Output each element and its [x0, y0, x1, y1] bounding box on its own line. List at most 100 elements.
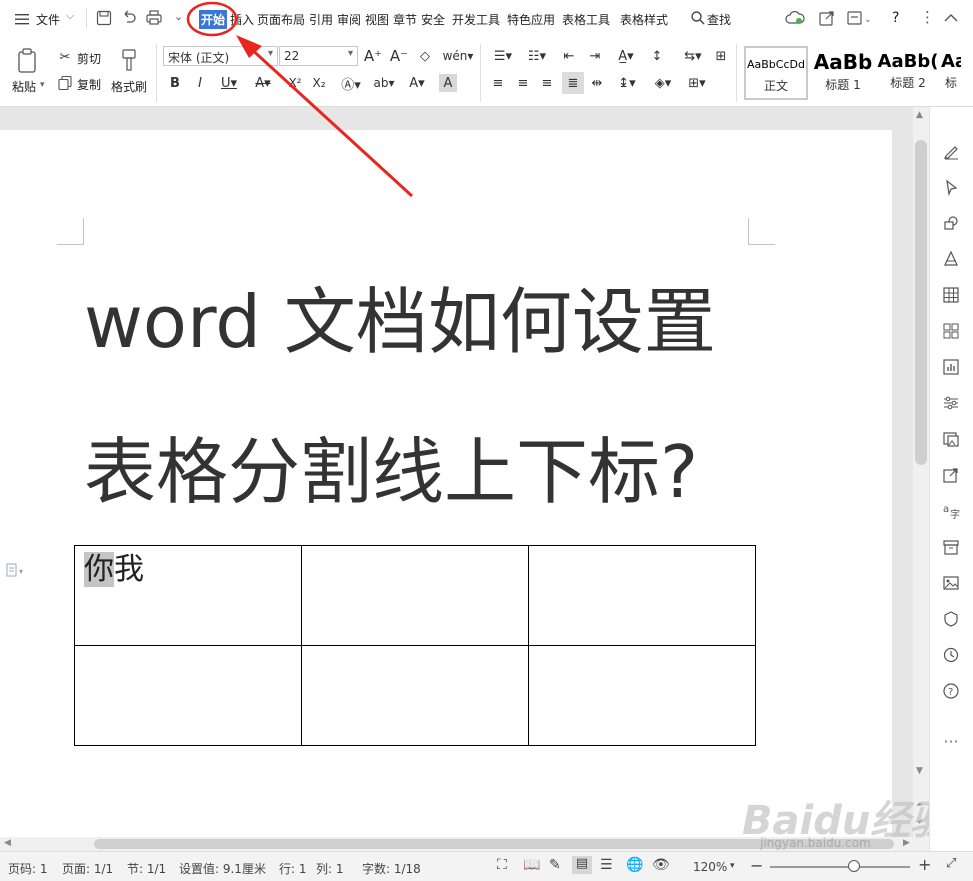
scroll-up-icon[interactable]: ▲: [916, 110, 923, 120]
tab-page-layout[interactable]: 页面布局: [257, 11, 305, 28]
sliders-icon[interactable]: [940, 392, 962, 414]
status-row[interactable]: 行: 1: [279, 860, 307, 877]
justify-icon[interactable]: ≣: [562, 72, 584, 94]
cut-label[interactable]: 剪切: [77, 50, 101, 67]
distributed-align-icon[interactable]: ⇹: [588, 74, 606, 92]
chart-icon[interactable]: [940, 356, 962, 378]
bold-icon[interactable]: B: [166, 74, 184, 92]
customize-toolbar-icon[interactable]: ⌄: [174, 10, 183, 23]
chevron-down-icon[interactable]: ⌵: [66, 9, 74, 23]
status-section[interactable]: 节: 1/1: [127, 860, 166, 877]
table-cell[interactable]: [301, 645, 529, 746]
undo-icon[interactable]: [120, 9, 138, 27]
text-effect-icon[interactable]: Ⓐ▾: [338, 74, 364, 93]
shrink-font-icon[interactable]: A⁻: [390, 47, 408, 65]
align-center-icon[interactable]: ≡: [514, 74, 532, 92]
copy-label[interactable]: 复制: [77, 76, 101, 93]
clear-format-icon[interactable]: ◇: [416, 47, 434, 65]
paste-label[interactable]: 粘贴: [12, 78, 36, 95]
tab-chapter[interactable]: 章节: [393, 11, 417, 28]
archive-icon[interactable]: [940, 536, 962, 558]
zoom-slider-thumb[interactable]: [848, 860, 860, 872]
style-set-icon[interactable]: [940, 248, 962, 270]
font-color-icon[interactable]: A▾: [404, 74, 430, 92]
zoom-in-icon[interactable]: +: [918, 855, 931, 874]
history-icon[interactable]: [940, 644, 962, 666]
cell-text-rest[interactable]: 我: [114, 552, 144, 587]
borders-icon[interactable]: ⊞▾: [684, 74, 710, 92]
page-view-icon[interactable]: ▤: [572, 856, 592, 874]
scroll-left-icon[interactable]: ◀: [4, 838, 11, 848]
status-page-number[interactable]: 页码: 1: [8, 860, 48, 877]
document-table[interactable]: 你我: [74, 545, 756, 746]
fit-window-icon[interactable]: ⤢: [946, 856, 956, 871]
zoom-slider-track[interactable]: [770, 866, 910, 868]
more-icon[interactable]: ⋮: [920, 8, 935, 26]
zoom-level[interactable]: 120%: [693, 860, 727, 874]
sort-icon[interactable]: ↕: [648, 47, 666, 65]
table-grid-icon[interactable]: [940, 284, 962, 306]
table-cell[interactable]: [74, 645, 302, 746]
table-icon[interactable]: ⊞: [712, 47, 730, 65]
status-pages[interactable]: 页面: 1/1: [62, 860, 113, 877]
numbered-list-icon[interactable]: ☷▾: [523, 47, 551, 65]
format-painter-label[interactable]: 格式刷: [111, 78, 147, 95]
paste-icon[interactable]: [16, 48, 40, 74]
vertical-scroll-thumb[interactable]: [915, 140, 927, 465]
paste-dropdown-icon[interactable]: ▾: [40, 80, 45, 90]
picture-icon[interactable]: [940, 572, 962, 594]
increase-indent-icon[interactable]: ⇥: [586, 47, 604, 65]
save-icon[interactable]: [95, 9, 113, 27]
print-icon[interactable]: [145, 9, 163, 27]
fullscreen-icon[interactable]: ⛶: [497, 857, 507, 873]
selected-text[interactable]: 你: [84, 552, 114, 587]
shield-icon[interactable]: [940, 608, 962, 630]
document-title-line-2[interactable]: 表格分割线上下标?: [84, 436, 698, 508]
bullet-list-icon[interactable]: ☰▾: [489, 47, 517, 65]
tab-special-apps[interactable]: 特色应用: [507, 11, 555, 28]
char-shading-icon[interactable]: A: [439, 74, 457, 92]
shapes-icon[interactable]: [940, 212, 962, 234]
table-cell[interactable]: 你我: [74, 545, 302, 646]
more-tools-icon[interactable]: ···: [940, 730, 962, 752]
format-painter-icon[interactable]: [118, 48, 140, 74]
style-heading-2[interactable]: AaBb( 标题 2: [877, 46, 939, 100]
strikethrough-icon[interactable]: A▾: [250, 74, 276, 92]
hamburger-icon[interactable]: [14, 11, 30, 25]
read-mode-icon[interactable]: 📖: [523, 857, 540, 873]
decrease-indent-icon[interactable]: ⇤: [560, 47, 578, 65]
font-size-combo[interactable]: 22 ▾: [279, 46, 358, 66]
align-left-icon[interactable]: ≡: [489, 74, 507, 92]
help-circle-icon[interactable]: ?: [940, 680, 962, 702]
table-cell[interactable]: [528, 645, 756, 746]
table-cell[interactable]: [301, 545, 529, 646]
chevron-down-icon[interactable]: ▾: [730, 861, 735, 871]
tab-security[interactable]: 安全: [421, 11, 445, 28]
export-share-icon[interactable]: [940, 464, 962, 486]
style-heading-1[interactable]: AaBb 标题 1: [812, 46, 874, 100]
zoom-out-icon[interactable]: −: [750, 856, 763, 875]
highlight-icon[interactable]: ab▾: [370, 74, 398, 92]
paragraph-settings-icon[interactable]: ⇆▾: [680, 47, 706, 65]
font-name-combo[interactable]: 宋体 (正文) ▾: [163, 46, 278, 66]
cell-text[interactable]: 你我: [84, 552, 301, 588]
translate-icon[interactable]: a字: [940, 500, 962, 522]
align-right-icon[interactable]: ≡: [538, 74, 556, 92]
export-icon[interactable]: ⌄: [846, 9, 872, 27]
scissors-icon[interactable]: ✂: [56, 48, 74, 66]
share-icon[interactable]: [818, 9, 836, 27]
pen-icon[interactable]: [940, 140, 962, 162]
scroll-down-icon[interactable]: ▼: [916, 766, 923, 776]
tab-review[interactable]: 审阅: [337, 11, 361, 28]
phonetic-guide-icon[interactable]: wén▾: [443, 47, 474, 65]
cloud-icon[interactable]: [785, 9, 805, 27]
eye-protection-icon[interactable]: 👁: [652, 857, 670, 873]
tab-table-style[interactable]: 表格样式: [620, 11, 668, 28]
tab-table-tools[interactable]: 表格工具: [562, 11, 610, 28]
write-mode-icon[interactable]: ✎: [549, 857, 561, 873]
grow-font-icon[interactable]: A⁺: [364, 47, 382, 65]
italic-icon[interactable]: I: [191, 74, 209, 92]
text-direction-icon[interactable]: A̲▾: [614, 47, 638, 65]
tab-home[interactable]: 开始: [199, 10, 228, 29]
cursor-icon[interactable]: [940, 176, 962, 198]
